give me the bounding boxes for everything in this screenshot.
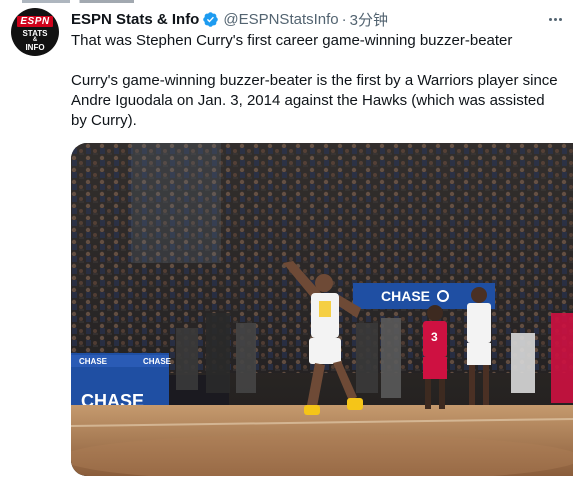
tweet-text-line1: That was Stephen Curry's first career ga… bbox=[71, 32, 513, 49]
author-name[interactable]: ESPN Stats & Info bbox=[71, 11, 199, 28]
sign-small-left-text: CHASE bbox=[79, 357, 108, 366]
basketball-photo: CHASE CHASE CHASE CHASE 3 bbox=[71, 143, 573, 476]
tweet[interactable]: ESPN STATS & INFO ESPN Stats & Info @ESP… bbox=[0, 0, 573, 477]
tweet-timestamp[interactable]: 3分钟 bbox=[350, 9, 388, 30]
avatar-text-info: INFO bbox=[25, 43, 45, 52]
espn-logo: ESPN bbox=[17, 16, 53, 27]
sign-small-right-text: CHASE bbox=[143, 357, 172, 366]
tweet-photo[interactable]: CHASE CHASE CHASE CHASE 3 bbox=[71, 143, 573, 476]
more-options-icon[interactable] bbox=[543, 10, 567, 28]
verified-badge-icon bbox=[202, 11, 219, 28]
tweet-text-body: Curry's game-winning buzzer-beater is th… bbox=[71, 72, 558, 129]
avatar[interactable]: ESPN STATS & INFO bbox=[11, 8, 59, 56]
author-handle[interactable]: @ESPNStatsInfo bbox=[223, 11, 338, 28]
tweet-header: ESPN Stats & Info @ESPNStatsInfo · 3分钟 bbox=[71, 9, 388, 29]
banner-chase-text: CHASE bbox=[381, 288, 430, 304]
jersey-number: 3 bbox=[431, 330, 438, 344]
separator-dot: · bbox=[341, 10, 347, 28]
